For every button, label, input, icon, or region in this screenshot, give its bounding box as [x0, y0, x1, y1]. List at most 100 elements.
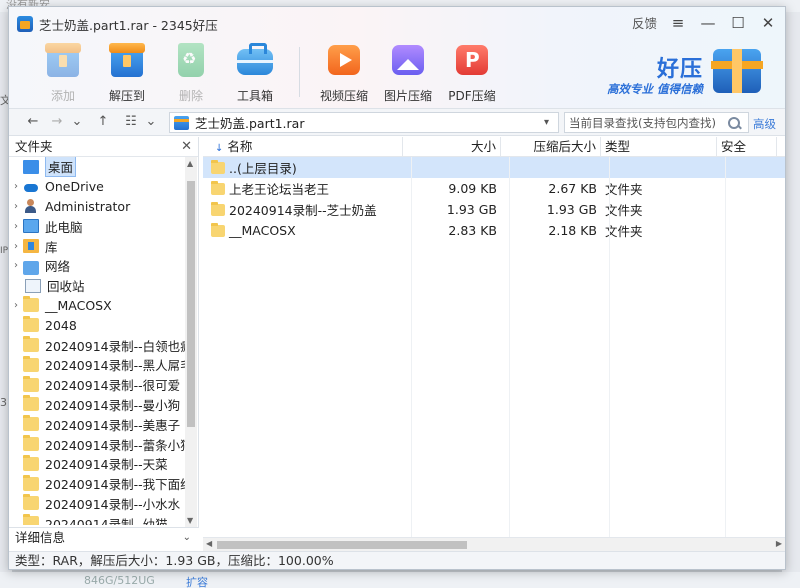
tree-item-this-pc[interactable]: › 此电脑 [9, 216, 198, 236]
tree-item-folder[interactable]: 20240914录制--蕾条小猫 [9, 434, 198, 454]
tree-expander[interactable]: › [9, 201, 23, 212]
tree-item-administrator[interactable]: › Administrator [9, 197, 198, 217]
table-row[interactable]: 上老王论坛当老王 9.09 KB 2.67 KB 文件夹 [203, 178, 785, 199]
folder-icon [23, 514, 39, 525]
scrollbar-thumb[interactable] [187, 181, 195, 427]
toolbar-label: 视频压缩 [319, 89, 368, 103]
toolbar-divider [299, 47, 300, 97]
tree-item-folder[interactable]: 20240914录制--幼猫 [9, 513, 198, 525]
tree-item-library[interactable]: › 库 [9, 236, 198, 256]
brand-name: 好压 [656, 57, 703, 82]
file-compressed-size: 2.67 KB [548, 181, 597, 196]
tree-item-folder[interactable]: 20240914录制--小水水 [9, 494, 198, 514]
column-divider [411, 157, 412, 537]
image-compress-button[interactable]: 图片压缩 [376, 39, 440, 105]
toolbox-button[interactable]: 工具箱 [223, 39, 287, 105]
file-size: 1.93 GB [446, 202, 497, 217]
folder-icon [211, 159, 225, 174]
folder-icon [23, 316, 39, 333]
search-input[interactable] [569, 115, 727, 130]
up-icon[interactable]: ↑ [95, 114, 111, 130]
tree-item-folder[interactable]: 20240914录制--美惠子 [9, 414, 198, 434]
path-field[interactable]: 芝士奶盖.part1.rar ▾ [169, 112, 559, 133]
background-bottom-strip: 846G/512UG 扩容 [0, 572, 800, 588]
folder-icon [211, 223, 225, 237]
feedback-button[interactable]: 反馈 [632, 13, 657, 32]
forward-icon[interactable]: → [49, 114, 65, 130]
scroll-right-icon[interactable]: ▶ [776, 539, 782, 548]
delete-button[interactable]: 删除 [159, 39, 223, 105]
scroll-up-icon[interactable]: ▲ [187, 159, 193, 168]
tree-item-network[interactable]: › 网络 [9, 256, 198, 276]
horizontal-scrollbar[interactable]: ◀ ▶ [203, 537, 785, 551]
table-row[interactable]: ..(上层目录) [203, 157, 785, 178]
toolbar-label: 添加 [50, 89, 75, 103]
video-compress-button[interactable]: 视频压缩 [312, 39, 376, 105]
tree-expander[interactable]: › [9, 181, 23, 192]
table-row[interactable]: 20240914录制--芝士奶盖 1.93 GB 1.93 GB 文件夹 [203, 199, 785, 220]
tree-item-label: 回收站 [47, 279, 85, 295]
scroll-down-icon[interactable]: ▼ [187, 516, 193, 525]
menu-icon[interactable]: ≡ [669, 14, 687, 32]
column-header-type[interactable]: 类型 [601, 137, 717, 156]
history-dropdown-icon[interactable]: ⌄ [69, 114, 85, 130]
close-icon[interactable]: ✕ [759, 14, 777, 32]
tree-item-label: 20240914录制--小水水 [45, 496, 181, 512]
tree-item-label: __MACOSX [45, 297, 112, 313]
close-icon[interactable]: ✕ [181, 137, 192, 156]
search-field [564, 112, 749, 133]
path-dropdown-icon[interactable]: ▾ [544, 117, 558, 128]
tree-item-folder[interactable]: 2048 [9, 315, 198, 335]
folder-icon [23, 296, 39, 313]
view-mode-icon[interactable]: ☷ [123, 114, 139, 130]
tree-item-macosx[interactable]: › __MACOSX [9, 296, 198, 316]
video-compress-icon [324, 39, 364, 81]
tree-expander[interactable]: › [9, 241, 23, 252]
tree-expander[interactable]: › [9, 221, 23, 232]
folder-icon [23, 336, 39, 353]
folder-icon [23, 395, 39, 412]
tree-item-folder[interactable]: 20240914录制--天菜 [9, 454, 198, 474]
tree-expander[interactable]: › [9, 260, 23, 271]
scroll-left-icon[interactable]: ◀ [206, 539, 212, 548]
tree-item-recycle-bin[interactable]: 回收站 [9, 276, 198, 296]
extract-to-button[interactable]: 解压到 [95, 39, 159, 105]
maximize-icon[interactable]: ☐ [729, 14, 747, 32]
desktop-icon [23, 159, 39, 174]
table-row[interactable]: __MACOSX 2.83 KB 2.18 KB 文件夹 [203, 220, 785, 241]
search-icon[interactable] [727, 116, 741, 130]
column-header-name[interactable]: ↓ 名称 [203, 137, 403, 156]
folder-icon [211, 180, 225, 195]
column-header-security[interactable]: 安全 [717, 137, 777, 156]
column-divider [609, 157, 610, 537]
tree-item-label: 网络 [45, 259, 71, 275]
image-compress-icon [388, 39, 428, 81]
tree-item-folder[interactable]: 20240914录制--我下面给 [9, 474, 198, 494]
tree-scrollbar[interactable]: ▲ ▼ [185, 157, 197, 527]
minimize-icon[interactable]: — [699, 14, 717, 32]
add-button[interactable]: 添加 [31, 39, 95, 105]
advanced-search-link[interactable]: 高级 [753, 116, 776, 132]
column-header-compressed-size[interactable]: 压缩后大小 [501, 137, 601, 156]
toolbar: 添加 解压到 删除 工具箱 视频压缩 图片压缩 [31, 39, 504, 105]
tree-item-onedrive[interactable]: › OneDrive [9, 177, 198, 197]
folder-icon [23, 435, 39, 452]
tree-item-desktop[interactable]: 桌面 [9, 157, 198, 178]
file-list: ↓ 名称 大小 压缩后大小 类型 安全 ..(上层目录) 上老王论坛当老王 9.… [203, 137, 785, 537]
tree-item-folder[interactable]: 20240914录制--很可爱 [9, 375, 198, 395]
view-dropdown-icon[interactable]: ⌄ [143, 114, 159, 130]
tree-item-folder[interactable]: 20240914录制--白领也疯 [9, 335, 198, 355]
recycle-bin-icon [25, 278, 41, 293]
pdf-compress-button[interactable]: PDF压缩 [440, 39, 504, 105]
tree-item-label: 20240914录制--蕾条小猫 [45, 437, 193, 453]
back-icon[interactable]: ← [25, 114, 41, 130]
details-toggle[interactable]: 详细信息 ⌄ [9, 527, 199, 547]
tree-expander[interactable]: › [9, 300, 23, 311]
tree-item-folder[interactable]: 20240914录制--曼小狗 [9, 395, 198, 415]
column-header-size[interactable]: 大小 [403, 137, 501, 156]
status-bar: 类型：RAR，解压后大小：1.93 GB，压缩比：100.00% [9, 551, 785, 569]
add-archive-icon [43, 39, 83, 81]
scrollbar-thumb[interactable] [217, 541, 467, 549]
tree-item-folder[interactable]: 20240914录制--黑人屌毛 [9, 355, 198, 375]
tree-item-label: 20240914录制--美惠子 [45, 417, 181, 433]
